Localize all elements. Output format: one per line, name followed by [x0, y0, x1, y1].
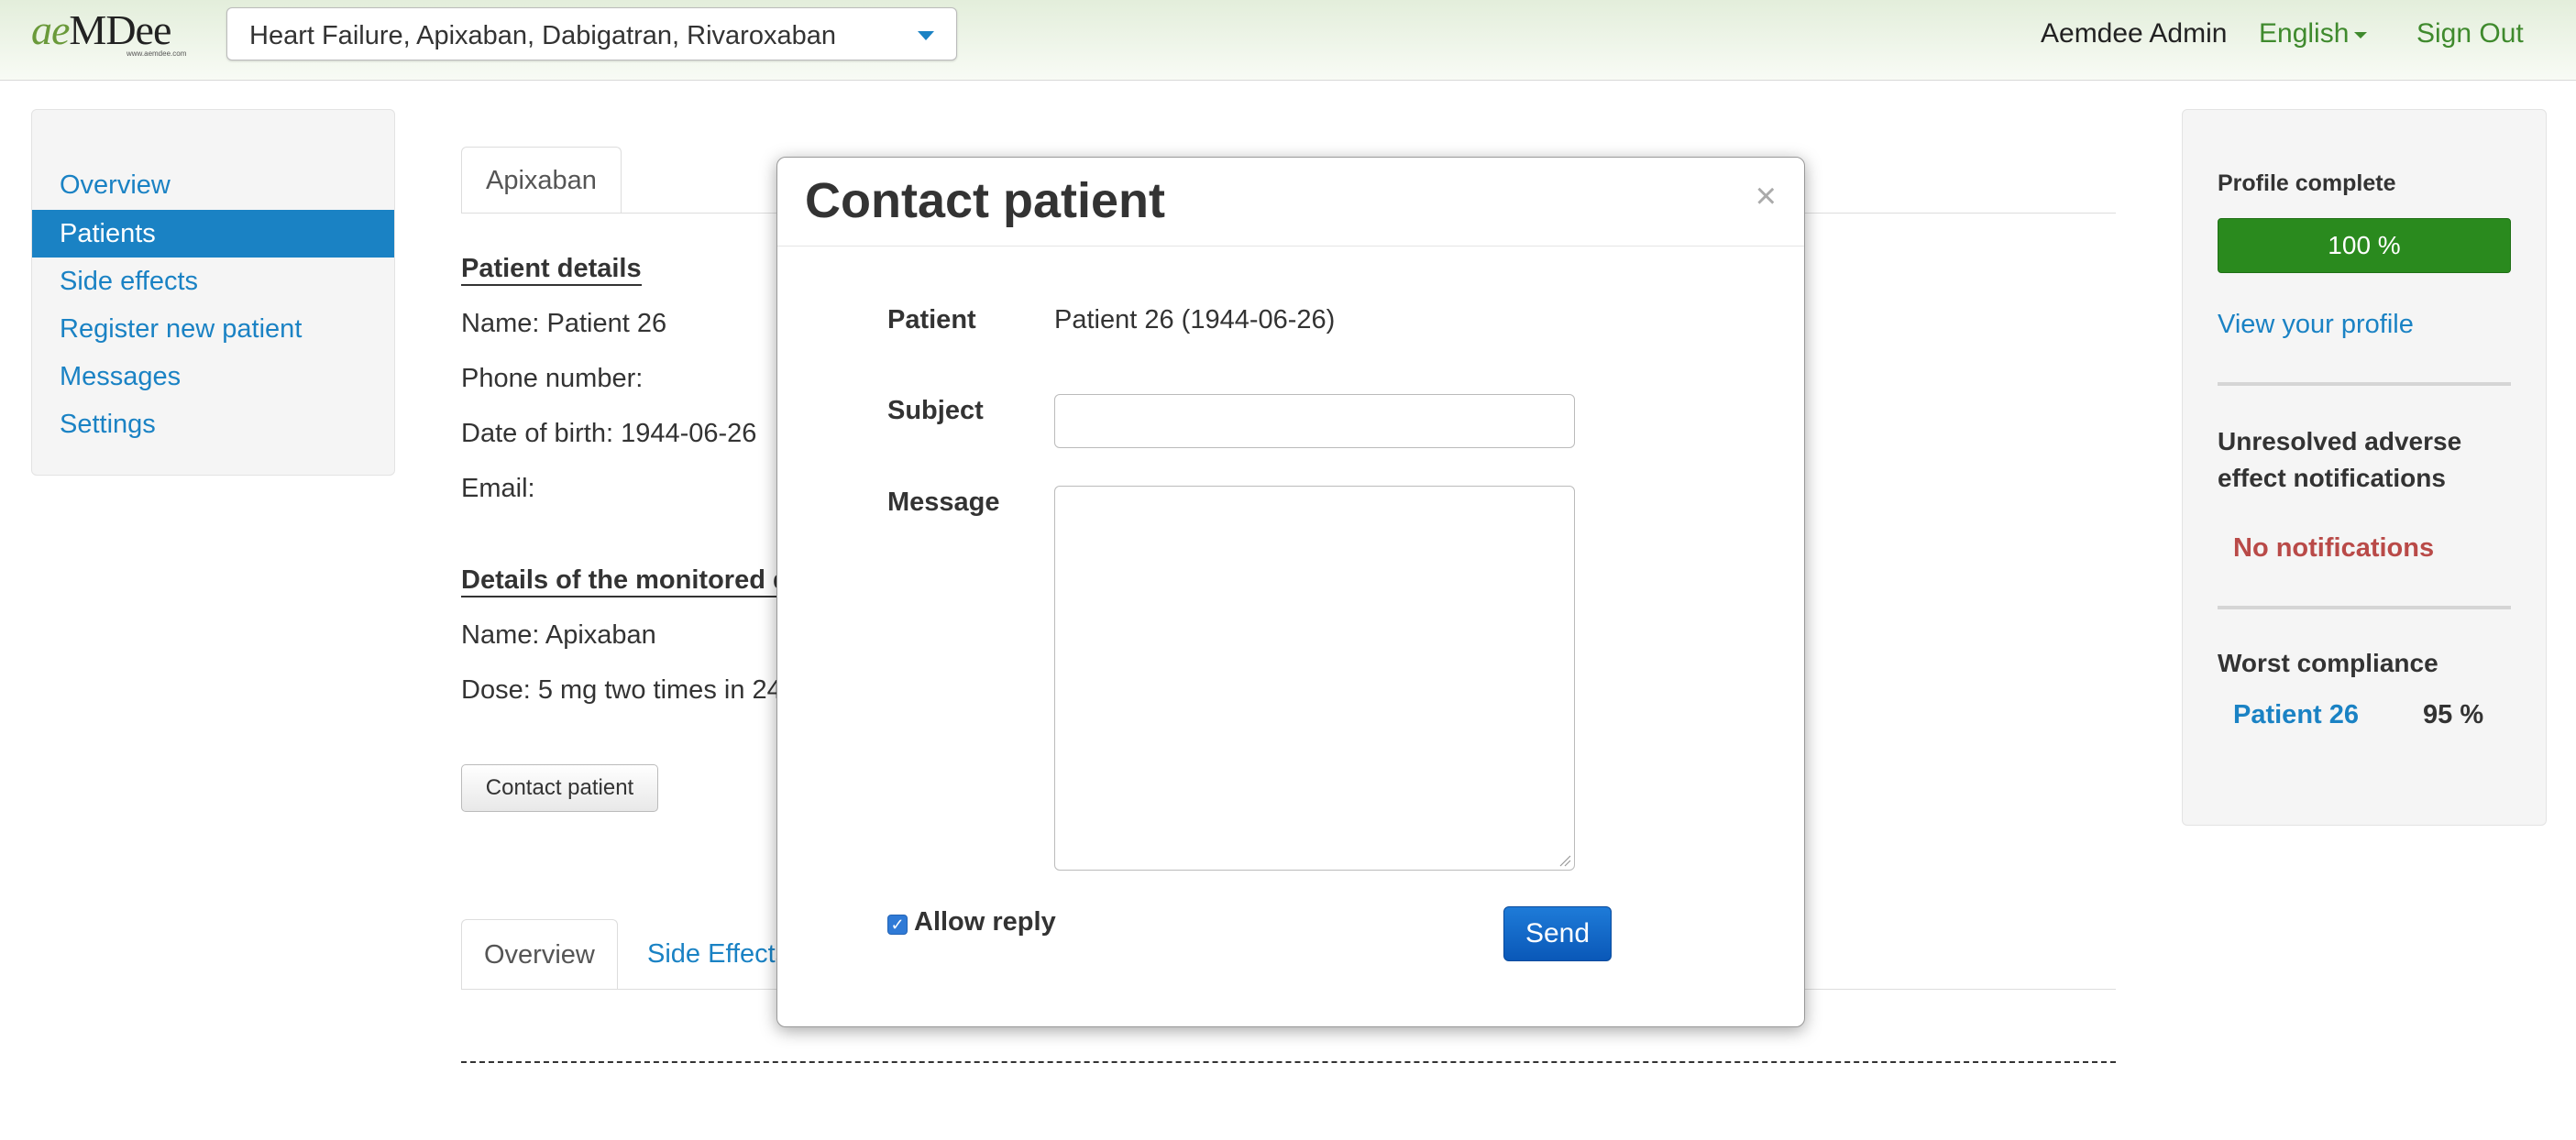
resize-handle-icon[interactable]: [1558, 854, 1571, 867]
sidebar-item-patients[interactable]: Patients: [32, 210, 394, 258]
close-icon[interactable]: ×: [1756, 178, 1777, 214]
profile-progress-bar: 100 %: [2218, 218, 2511, 273]
patient-value: Patient 26 (1944-06-26): [1054, 305, 1336, 334]
patient-dob: Date of birth: 1944-06-26: [461, 419, 757, 448]
aemdee-logo[interactable]: aeMDee www.aemdee.com: [31, 6, 205, 59]
chevron-down-icon: [918, 31, 934, 40]
message-textarea[interactable]: [1054, 486, 1575, 871]
panel-divider: [2218, 606, 2511, 609]
tab-side-effects[interactable]: Side Effects: [647, 919, 788, 990]
contact-patient-button[interactable]: Contact patient: [461, 764, 658, 812]
sidebar-item-register-new-patient[interactable]: Register new patient: [32, 305, 394, 353]
patient-name: Name: Patient 26: [461, 309, 667, 338]
profile-complete-label: Profile complete: [2218, 170, 2396, 196]
worst-compliance-patient-link[interactable]: Patient 26: [2233, 700, 2359, 730]
view-profile-link[interactable]: View your profile: [2218, 310, 2414, 340]
top-navbar: aeMDee www.aemdee.com Heart Failure, Api…: [0, 0, 2576, 81]
message-label: Message: [887, 488, 1000, 517]
language-dropdown[interactable]: English: [2259, 18, 2368, 49]
drug-name: Name: Apixaban: [461, 620, 656, 650]
drug-details-heading: Details of the monitored d: [461, 565, 789, 597]
allow-reply-label[interactable]: Allow reply: [914, 907, 1056, 937]
patient-details-heading: Patient details: [461, 253, 642, 286]
modal-header-divider: [777, 246, 1804, 247]
worst-compliance-value: 95 %: [2423, 700, 2484, 729]
caret-down-icon: [2354, 31, 2368, 38]
unresolved-notifications-heading: Unresolved adverse effect notifications: [2218, 427, 2462, 492]
patient-label: Patient: [887, 305, 976, 334]
panel-divider: [2218, 382, 2511, 386]
sidebar-item-messages[interactable]: Messages: [32, 353, 394, 400]
worst-compliance-heading: Worst compliance: [2218, 649, 2438, 677]
sidebar-item-side-effects[interactable]: Side effects: [32, 258, 394, 305]
modal-title: Contact patient: [805, 173, 1166, 228]
subject-label: Subject: [887, 396, 984, 425]
logo-subtext: www.aemdee.com: [127, 49, 187, 58]
patient-email: Email:: [461, 474, 535, 503]
sign-out-link[interactable]: Sign Out: [2416, 18, 2524, 49]
subject-input[interactable]: [1054, 394, 1575, 448]
tab-apixaban[interactable]: Apixaban: [461, 147, 622, 214]
no-notifications-text: No notifications: [2233, 533, 2435, 563]
drug-dose: Dose: 5 mg two times in 24: [461, 675, 782, 705]
sidebar-item-settings[interactable]: Settings: [32, 400, 394, 448]
tab-overview[interactable]: Overview: [461, 919, 618, 990]
patient-phone: Phone number:: [461, 364, 644, 393]
send-button[interactable]: Send: [1503, 906, 1612, 961]
status-panel: Profile complete 100 % View your profile…: [2182, 109, 2547, 826]
sidebar-item-overview[interactable]: Overview: [32, 161, 394, 209]
contact-patient-modal: Contact patient × Patient Patient 26 (19…: [776, 157, 1805, 1027]
dashed-divider: [461, 1061, 2116, 1063]
sidebar-nav: Overview Patients Side effects Register …: [31, 109, 395, 476]
checkmark-icon: ✓: [890, 915, 905, 934]
study-select[interactable]: Heart Failure, Apixaban, Dabigatran, Riv…: [226, 7, 957, 60]
study-select-value: Heart Failure, Apixaban, Dabigatran, Riv…: [249, 21, 836, 50]
user-name[interactable]: Aemdee Admin: [2041, 18, 2227, 49]
language-label: English: [2259, 18, 2350, 49]
logo-text: aeMDee: [31, 6, 171, 53]
allow-reply-checkbox[interactable]: ✓: [887, 915, 908, 935]
